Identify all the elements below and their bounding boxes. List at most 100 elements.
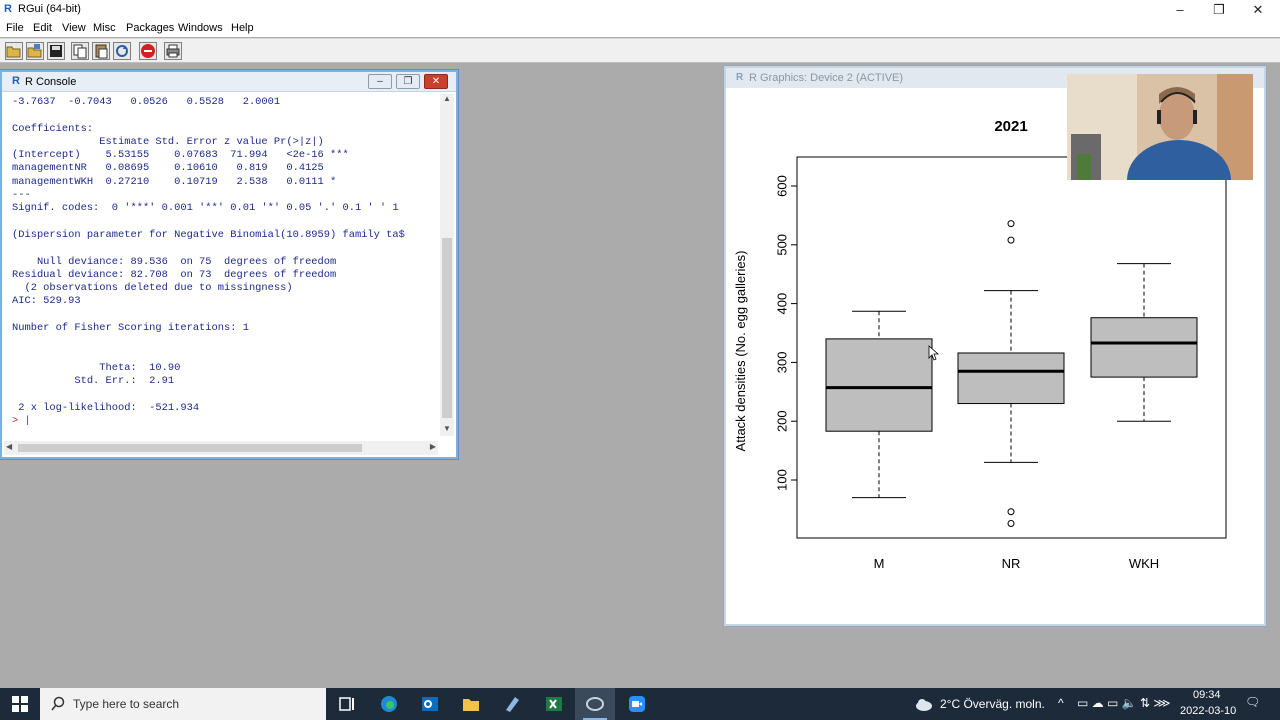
menu-bar: File Edit View Misc Packages Windows Hel… [0, 20, 1280, 37]
menu-misc[interactable]: Misc [93, 22, 116, 34]
stop-icon [141, 44, 155, 58]
console-line: managementNR 0.08695 0.10610 0.819 0.412… [12, 162, 324, 175]
save-workspace-button[interactable] [47, 42, 65, 60]
zoom-icon [629, 696, 645, 712]
console-line: (2 observations deleted due to missingne… [12, 282, 293, 295]
taskbar-outlook[interactable] [410, 688, 450, 720]
y-tick-label: 600 [774, 175, 789, 197]
console-line: Residual deviance: 82.708 on 73 degrees … [12, 268, 337, 281]
console-line: AIC: 529.93 [12, 295, 81, 308]
close-button[interactable]: ✕ [1249, 1, 1267, 19]
task-view-button[interactable] [327, 688, 367, 720]
taskbar-app[interactable] [492, 688, 532, 720]
r-logo-icon: R [12, 75, 20, 87]
toolbar [0, 38, 1280, 63]
x-tick-label: NR [1002, 556, 1021, 571]
console-line: managementWKH 0.27210 0.10719 2.538 0.01… [12, 175, 337, 188]
edge-icon [381, 696, 397, 712]
outlier-point [1007, 220, 1015, 228]
menu-windows[interactable]: Windows [178, 22, 223, 34]
outlier-point [1007, 508, 1015, 516]
folder-icon [463, 699, 479, 711]
console-line: Estimate Std. Error z value Pr(>|z|) [12, 135, 324, 148]
print-button[interactable] [164, 42, 182, 60]
stop-button[interactable] [139, 42, 157, 60]
y-tick-label: 100 [774, 469, 789, 491]
minimize-button[interactable]: – [1171, 1, 1189, 19]
console-prompt[interactable]: > | [12, 415, 438, 428]
console-horizontal-scrollbar[interactable]: ◀ ▶ [4, 441, 438, 455]
paste-button[interactable] [92, 42, 110, 60]
print-icon [166, 44, 180, 58]
excel-icon [546, 697, 562, 711]
app-titlebar: R RGui (64-bit) – ❐ ✕ [0, 0, 1280, 20]
chart-title: 2021 [994, 118, 1027, 135]
console-line: Theta: 10.90 [12, 361, 181, 374]
start-button[interactable] [0, 688, 40, 720]
notification-icon[interactable]: 🗨 [1245, 695, 1260, 709]
console-titlebar[interactable]: R R Console – ❐ ✕ [2, 72, 456, 92]
refresh-icon [116, 45, 128, 57]
scroll-right-icon[interactable]: ▶ [430, 442, 436, 451]
console-output[interactable]: -3.7637 -0.7043 0.0526 0.5528 2.0001 Coe… [12, 96, 438, 432]
menu-help[interactable]: Help [231, 22, 254, 34]
console-window[interactable]: R R Console – ❐ ✕ -3.7637 -0.7043 0.0526… [0, 70, 458, 459]
console-minimize-button[interactable]: – [368, 74, 392, 89]
console-maximize-button[interactable]: ❐ [396, 74, 420, 89]
notes-icon [506, 697, 519, 712]
scroll-down-icon[interactable]: ▼ [442, 424, 452, 436]
copy-icon [73, 44, 87, 59]
load-workspace-button[interactable] [26, 42, 44, 60]
r-logo-icon: R [736, 72, 744, 83]
taskbar-zoom[interactable] [617, 688, 657, 720]
open-script-button[interactable] [5, 42, 23, 60]
taskbar-search-box[interactable]: Type here to search [40, 688, 326, 720]
y-axis-label: Attack densities (No. egg galleries) [733, 251, 748, 452]
copy-button[interactable] [71, 42, 89, 60]
console-line: -3.7637 -0.7043 0.0526 0.5528 2.0001 [12, 96, 281, 108]
taskbar-rgui[interactable] [575, 688, 615, 720]
weather-cloud-icon [916, 699, 932, 711]
console-line: Coefficients: [12, 122, 94, 135]
scroll-up-icon[interactable]: ▲ [442, 94, 452, 106]
outlier-point [1007, 236, 1015, 244]
y-tick-label: 400 [774, 293, 789, 315]
console-line: Std. Err.: 2.91 [12, 375, 175, 388]
taskbar-excel[interactable] [534, 688, 574, 720]
menu-view[interactable]: View [62, 22, 86, 34]
menu-packages[interactable]: Packages [126, 22, 174, 34]
paste-icon [95, 44, 108, 59]
r-logo-icon: R [4, 3, 12, 15]
menu-file[interactable]: File [6, 22, 24, 34]
task-view-icon [339, 697, 354, 711]
system-tray-icons[interactable]: ▭ ☁ ▭ 🔈 ⇅ ⋙ [1077, 696, 1170, 710]
load-icon [27, 44, 42, 58]
show-hidden-icons[interactable]: ^ [1058, 696, 1064, 710]
search-icon [51, 696, 65, 711]
console-close-button[interactable]: ✕ [424, 74, 448, 89]
console-vertical-scrollbar[interactable]: ▲ ▼ [440, 94, 454, 436]
clock-date[interactable]: 2022-03-10 [1180, 705, 1236, 717]
save-icon [50, 45, 62, 57]
taskbar-file-explorer[interactable] [451, 688, 491, 720]
console-vscroll-thumb[interactable] [442, 238, 452, 418]
y-tick-label: 300 [774, 352, 789, 374]
taskbar-edge[interactable] [369, 688, 409, 720]
console-line: (Intercept) 5.53155 0.07683 71.994 <2e-1… [12, 149, 349, 162]
clock-time[interactable]: 09:34 [1193, 689, 1221, 701]
outlook-icon [422, 697, 438, 711]
weather-text[interactable]: 2°C Överväg. moln. [940, 697, 1045, 711]
copy-paste-button[interactable] [113, 42, 131, 60]
scroll-left-icon[interactable]: ◀ [6, 442, 12, 451]
r-icon [586, 697, 604, 711]
presenter-video-image [1067, 74, 1253, 180]
x-tick-label: M [874, 556, 885, 571]
restore-button[interactable]: ❐ [1210, 1, 1228, 19]
menu-edit[interactable]: Edit [33, 22, 52, 34]
console-hscroll-thumb[interactable] [18, 444, 362, 452]
